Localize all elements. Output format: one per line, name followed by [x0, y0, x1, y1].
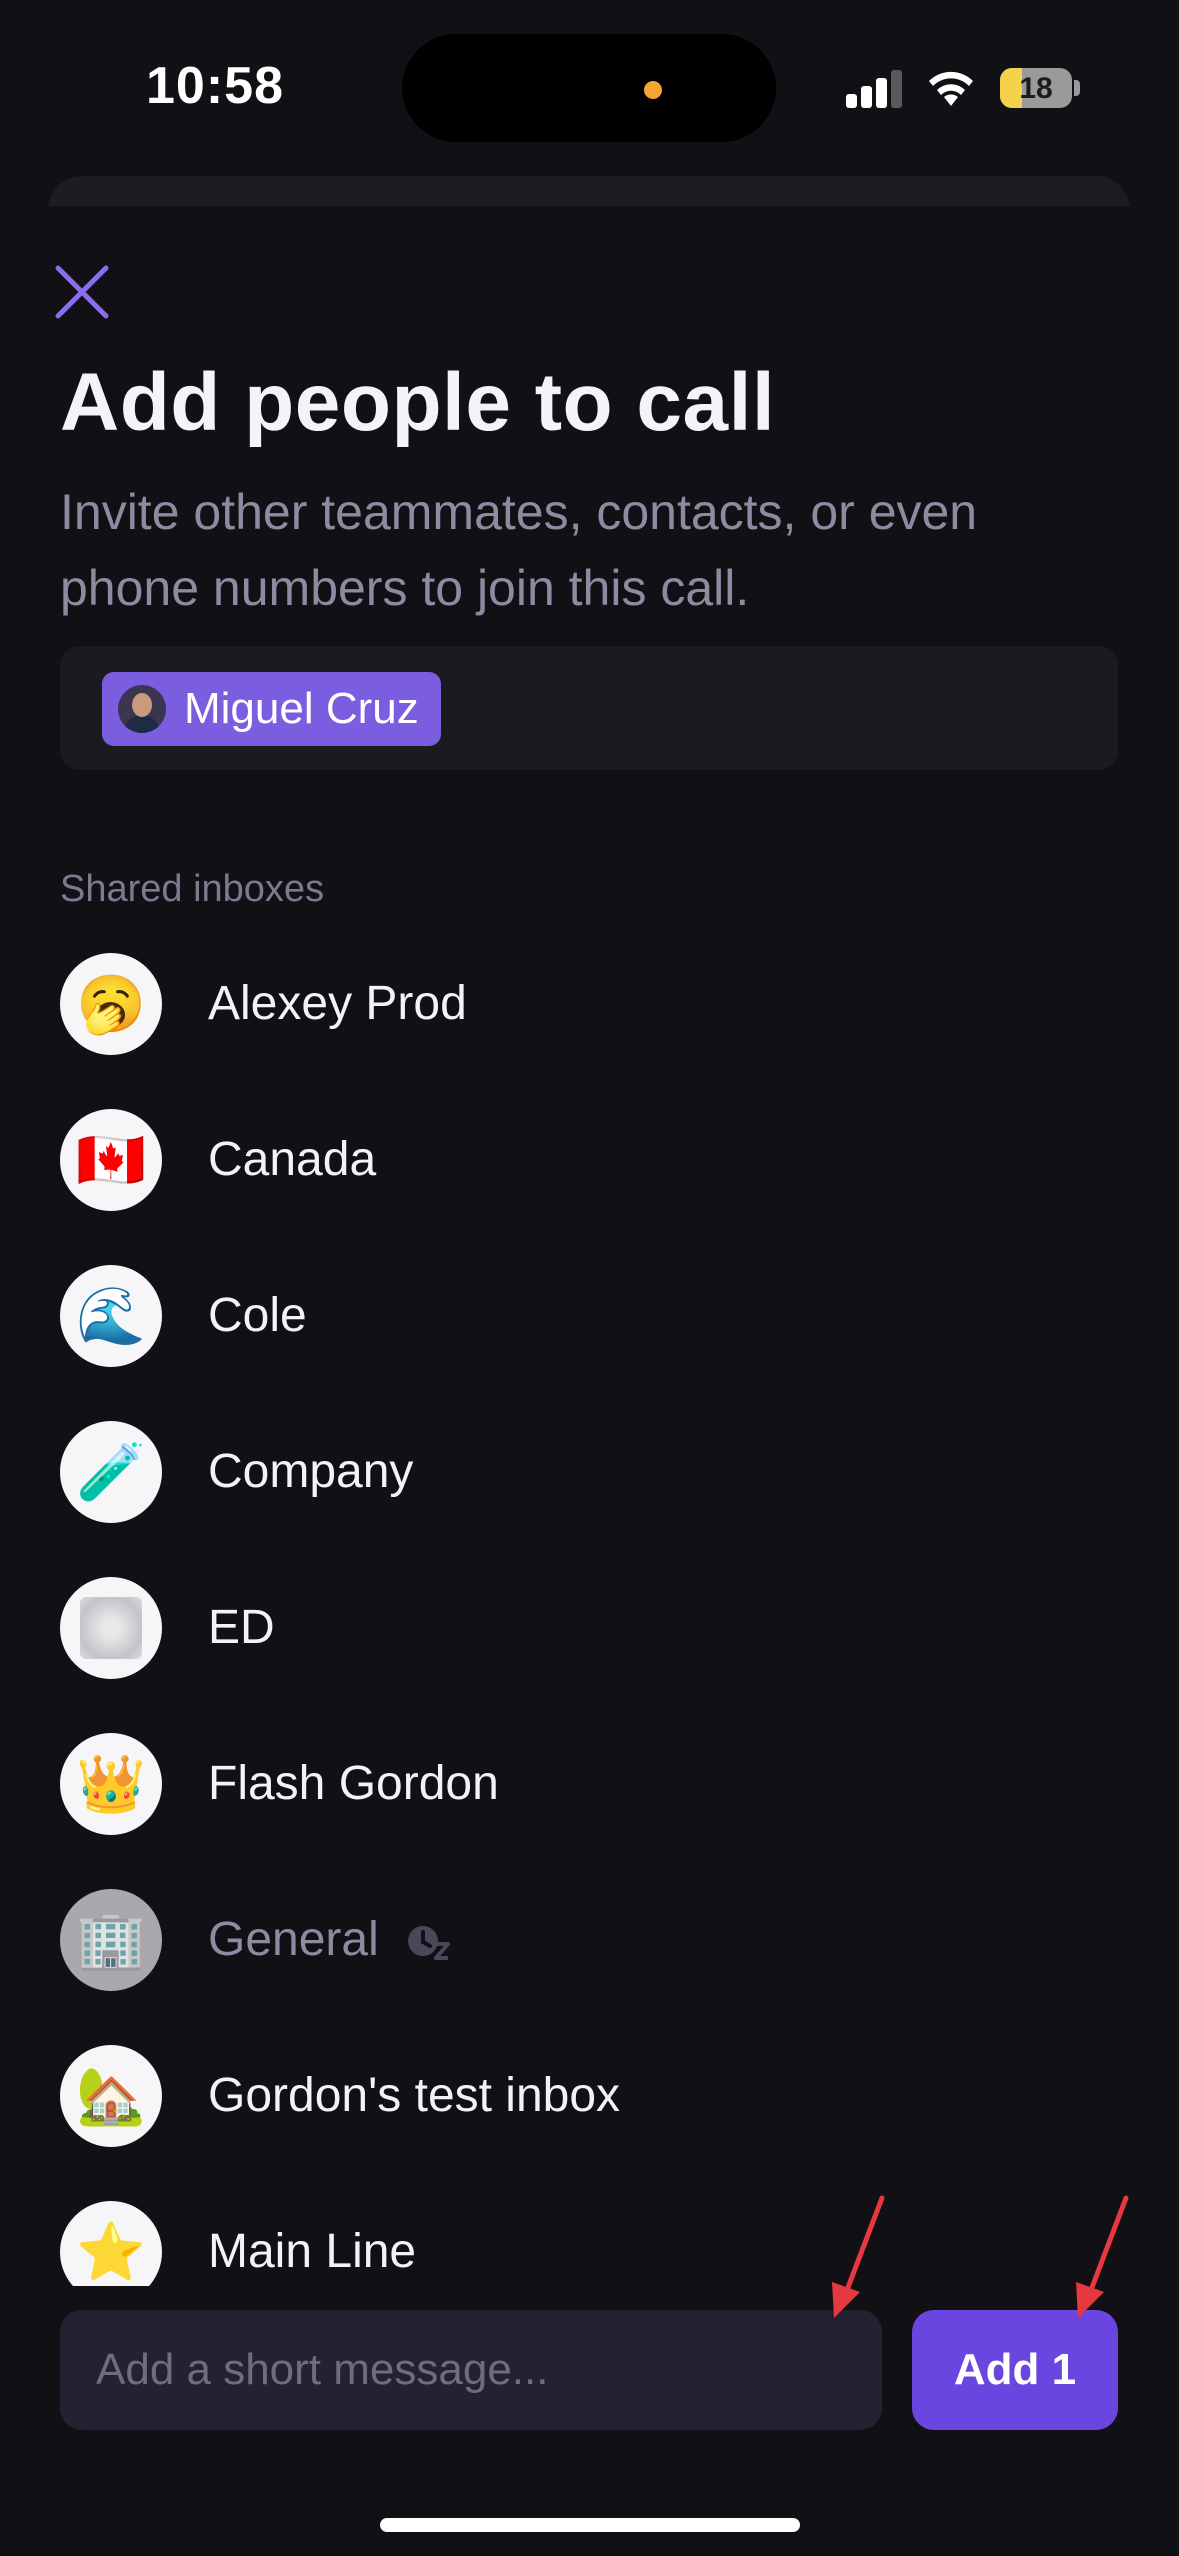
list-item[interactable]: 🌊 Cole [0, 1262, 1179, 1418]
inbox-emoji-icon: ⭐ [60, 2201, 162, 2286]
inbox-list: 🥱 Alexey Prod 🇨🇦 Canada 🌊 Cole 🧪 Company… [0, 950, 1179, 2286]
privacy-indicator-dot [644, 81, 662, 99]
inbox-name: Flash Gordon [208, 1757, 499, 1810]
snooze-icon [408, 1926, 450, 1960]
inbox-emoji-icon: 🇨🇦 [60, 1109, 162, 1211]
section-label-shared-inboxes: Shared inboxes [60, 868, 325, 910]
cellular-signal-icon [846, 70, 904, 108]
avatar [118, 685, 166, 733]
inbox-name: Alexey Prod [208, 977, 467, 1030]
recipient-chip-label: Miguel Cruz [184, 684, 419, 733]
inbox-emoji-icon: 👑 [60, 1733, 162, 1835]
close-icon[interactable] [52, 262, 112, 322]
inbox-image-icon [60, 1577, 162, 1679]
list-item[interactable]: 👑 Flash Gordon [0, 1730, 1179, 1886]
status-time: 10:58 [146, 57, 284, 115]
inbox-name: Cole [208, 1289, 307, 1342]
annotation-arrow-icon [1076, 2195, 1129, 2318]
list-item[interactable]: ED [0, 1574, 1179, 1730]
add-button[interactable]: Add 1 [912, 2310, 1118, 2430]
battery-icon: 18 [1000, 68, 1072, 108]
inbox-emoji-icon: 🏢 [60, 1889, 162, 1991]
list-item[interactable]: 🇨🇦 Canada [0, 1106, 1179, 1262]
inbox-name: Company [208, 1445, 414, 1498]
inbox-name: Main Line [208, 2225, 417, 2278]
inbox-emoji-icon: 🥱 [60, 953, 162, 1055]
inbox-name: Canada [208, 1133, 377, 1186]
dynamic-island [402, 34, 776, 142]
inbox-name: General [208, 1913, 379, 1966]
home-indicator [380, 2518, 800, 2532]
page-subtitle: Invite other teammates, contacts, or eve… [60, 484, 978, 616]
list-item[interactable]: 🧪 Company [0, 1418, 1179, 1574]
list-item[interactable]: ⭐ Main Line [0, 2198, 1179, 2286]
list-item[interactable]: 🏡 Gordon's test inbox [0, 2042, 1179, 2198]
message-input[interactable] [60, 2310, 882, 2430]
inbox-name: ED [208, 1601, 275, 1654]
page-title: Add people to call [60, 357, 776, 448]
recipient-chip[interactable]: Miguel Cruz [102, 672, 441, 746]
inbox-emoji-icon: 🌊 [60, 1265, 162, 1367]
wifi-icon [929, 71, 973, 106]
inbox-name: Gordon's test inbox [208, 2069, 621, 2122]
inbox-emoji-icon: 🧪 [60, 1421, 162, 1523]
list-item[interactable]: 🏢 General [0, 1886, 1179, 2042]
inbox-emoji-icon: 🏡 [60, 2045, 162, 2147]
list-item[interactable]: 🥱 Alexey Prod [0, 950, 1179, 1106]
battery-level: 18 [1019, 72, 1053, 105]
annotation-arrow-icon [832, 2195, 885, 2318]
battery-cap [1074, 80, 1080, 96]
